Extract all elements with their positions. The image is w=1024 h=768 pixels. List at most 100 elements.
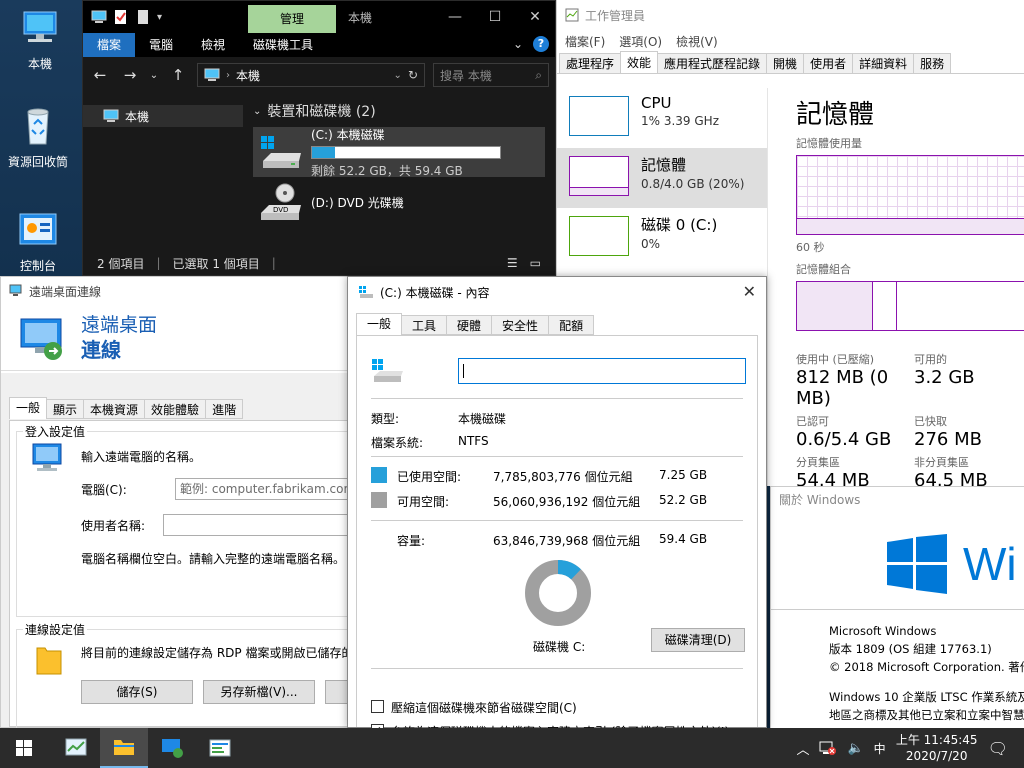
tab-advanced[interactable]: 進階 — [205, 399, 244, 419]
perf-item-value: 1% 3.39 GHz — [641, 114, 720, 128]
computer-placeholder: 範例: computer.fabrikam.com — [180, 482, 355, 496]
computer-input[interactable]: 範例: computer.fabrikam.com — [175, 478, 355, 500]
menu-file[interactable]: 檔案(F) — [565, 33, 605, 50]
taskbar-file-explorer[interactable] — [100, 728, 148, 768]
clock-time: 上午 11:45:45 — [895, 733, 978, 747]
menu-options[interactable]: 選項(O) — [619, 33, 662, 50]
tab-general[interactable]: 一般 — [356, 313, 403, 335]
address-bar[interactable]: › 本機 ⌄ ↻ — [197, 63, 425, 87]
computer-icon[interactable] — [91, 9, 107, 25]
ribbon-tab-view[interactable]: 檢視 — [187, 33, 239, 57]
tab-details[interactable]: 詳細資料 — [852, 53, 915, 73]
trademark-line: 地區之商標及其他已立案和立案中智慧 — [829, 708, 1024, 722]
tab-hardware[interactable]: 硬體 — [446, 315, 493, 335]
drive-properties-dialog: (C:) 本機磁碟 - 內容 ✕ 一般 工具 硬體 安全性 配額 類型: 本機磁… — [347, 276, 767, 739]
ribbon-context-tab-manage[interactable]: 管理 — [248, 5, 336, 33]
up-arrow-icon[interactable]: ↑ — [167, 66, 189, 84]
ribbon-tabs: 檔案 電腦 檢視 磁碟機工具 ⌄ ? — [83, 33, 555, 57]
desktop-icon-recycle-bin[interactable]: 資源回收筒 — [2, 106, 74, 170]
divider — [371, 520, 743, 521]
drive-c[interactable]: (C:) 本機磁碟 剩餘 52.2 GB，共 59.4 GB — [253, 127, 545, 178]
compress-checkbox[interactable] — [371, 700, 384, 713]
details-view-icon[interactable]: ☰ — [507, 256, 518, 270]
drive-free-space: 剩餘 52.2 GB，共 59.4 GB — [311, 163, 463, 178]
tab-security[interactable]: 安全性 — [491, 315, 550, 335]
help-icon[interactable]: ? — [533, 36, 549, 52]
search-input[interactable]: 搜尋 本機 ⌕ — [433, 63, 549, 87]
tab-users[interactable]: 使用者 — [803, 53, 854, 73]
taskbar-system-info[interactable] — [196, 728, 244, 768]
perf-item-value: 0% — [641, 237, 661, 251]
disk-cleanup-button[interactable]: 磁碟清理(D) — [651, 628, 745, 652]
tab-tools[interactable]: 工具 — [401, 315, 448, 335]
large-icons-view-icon[interactable]: ▭ — [530, 256, 541, 270]
devices-group-header[interactable]: ⌄ 裝置和磁碟機 (2) — [253, 101, 545, 121]
close-icon[interactable]: ✕ — [515, 1, 555, 33]
tab-app-history[interactable]: 應用程式歷程記錄 — [657, 53, 768, 73]
tab-quota[interactable]: 配額 — [548, 315, 595, 335]
maximize-icon[interactable]: ☐ — [475, 1, 515, 33]
show-hidden-icons-chevron-icon[interactable]: ︿ — [796, 739, 809, 758]
perf-item-cpu[interactable]: CPU 1% 3.39 GHz — [557, 88, 767, 148]
tab-performance[interactable]: 效能 — [620, 51, 659, 73]
forward-arrow-icon[interactable]: → — [119, 66, 141, 84]
computer-row: 電腦(C): 範例: computer.fabrikam.com — [81, 478, 355, 500]
menu-view[interactable]: 檢視(V) — [676, 33, 718, 50]
save-button[interactable]: 儲存(S) — [81, 680, 193, 704]
start-button[interactable] — [0, 728, 48, 768]
volume-label-input[interactable] — [458, 358, 746, 384]
collapse-chevron-icon[interactable]: ⌄ — [253, 106, 261, 117]
tab-startup[interactable]: 開機 — [766, 53, 805, 73]
perf-item-memory[interactable]: 記憶體 0.8/4.0 GB (20%) — [557, 148, 767, 208]
ribbon-tab-computer[interactable]: 電腦 — [135, 33, 187, 57]
computer-icon — [23, 11, 57, 42]
properties-icon[interactable] — [113, 9, 129, 25]
volume-icon[interactable]: 🔈 — [847, 741, 863, 756]
control-panel-icon — [19, 213, 57, 245]
tab-processes[interactable]: 處理程序 — [559, 53, 622, 73]
breadcrumb[interactable]: 本機 — [236, 67, 260, 84]
computer-empty-note: 電腦名稱欄位空白。請輸入完整的遠端電腦名稱。 — [81, 552, 346, 566]
clock[interactable]: 上午 11:45:45 2020/7/20 — [896, 732, 978, 764]
perf-item-disk[interactable]: 磁碟 0 (C:) 0% — [557, 208, 767, 268]
back-arrow-icon[interactable]: ← — [89, 66, 111, 84]
memory-mini-graph — [569, 156, 629, 196]
breadcrumb-chevron-icon[interactable]: › — [226, 70, 230, 81]
window-title: 關於 Windows — [779, 493, 861, 507]
tab-local-resources[interactable]: 本機資源 — [83, 399, 146, 419]
network-disconnected-icon[interactable] — [819, 740, 837, 756]
perf-item-name: CPU — [641, 94, 672, 112]
stat-value: 0.6/5.4 GB — [796, 429, 892, 450]
tab-experience[interactable]: 效能體驗 — [144, 399, 207, 419]
desktop-icon-this-pc[interactable]: 本機 — [4, 8, 76, 72]
ribbon-tab-file[interactable]: 檔案 — [83, 33, 136, 57]
expand-ribbon-chevron-icon[interactable]: ⌄ — [513, 37, 523, 51]
status-separator: | — [156, 256, 161, 270]
taskbar-task-manager[interactable] — [52, 728, 100, 768]
ribbon-tab-drive-tools[interactable]: 磁碟機工具 — [239, 33, 327, 57]
customize-toolbar-chevron-icon[interactable]: ▾ — [157, 12, 162, 23]
tab-general[interactable]: 一般 — [9, 397, 48, 419]
ime-indicator[interactable]: 中 — [874, 740, 886, 757]
save-as-button[interactable]: 另存新檔(V)... — [203, 680, 315, 704]
refresh-icon[interactable]: ↻ — [408, 68, 418, 82]
recent-locations-chevron-icon[interactable]: ⌄ — [149, 70, 159, 81]
minimize-icon[interactable]: — — [435, 1, 475, 33]
address-dropdown-chevron-icon[interactable]: ⌄ — [394, 70, 402, 81]
taskbar: ︿ 🔈 中 上午 11:45:45 2020/7/20 🗨 — [0, 728, 1024, 768]
drive-d[interactable]: DVD (D:) DVD 光碟機 — [253, 177, 545, 227]
tab-services[interactable]: 服務 — [913, 53, 952, 73]
remote-desktop-icon — [162, 739, 183, 758]
desktop-icon-control-panel[interactable]: 控制台 — [2, 210, 74, 274]
close-icon[interactable]: ✕ — [743, 282, 756, 301]
cpu-mini-graph — [569, 96, 629, 136]
tab-display[interactable]: 顯示 — [46, 399, 85, 419]
window-title: 工作管理員 — [585, 8, 646, 23]
taskbar-remote-desktop[interactable] — [148, 728, 196, 768]
nav-item-this-pc[interactable]: 本機 — [83, 105, 243, 127]
username-input[interactable] — [163, 514, 349, 536]
new-folder-icon[interactable] — [135, 9, 151, 25]
notifications-icon[interactable]: 🗨 — [988, 739, 1024, 758]
tab-strip: 處理程序 效能 應用程式歷程記錄 開機 使用者 詳細資料 服務 — [557, 51, 1024, 74]
